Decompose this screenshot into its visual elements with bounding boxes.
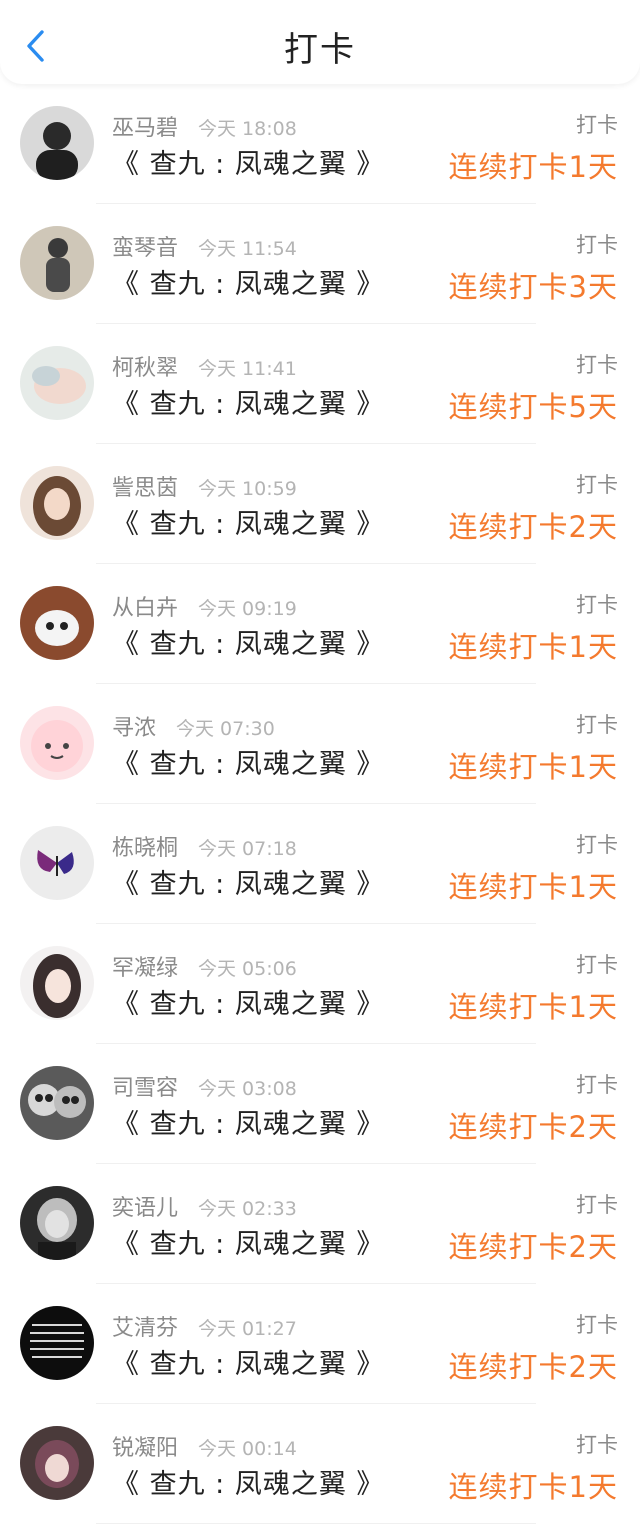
checkin-tag: 打卡 [576,473,618,497]
streak-label: 连续打卡1天 [448,1470,618,1504]
streak-label: 连续打卡2天 [448,1350,618,1384]
book-title[interactable]: 《 查九 : 凤魂之翼 》 [112,622,384,661]
list-item[interactable]: 罕凝绿 今天 05:06 打卡 《 查九 : 凤魂之翼 》 连续打卡1天 [0,924,640,1044]
avatar-image [20,466,94,540]
streak-label: 连续打卡2天 [448,1230,618,1264]
book-title[interactable]: 《 查九 : 凤魂之翼 》 [112,982,384,1021]
avatar-image [20,1426,94,1500]
user-name[interactable]: 寻浓 [112,710,156,742]
checkin-tag: 打卡 [576,353,618,377]
book-title[interactable]: 《 查九 : 凤魂之翼 》 [112,142,384,181]
user-name[interactable]: 栋晓桐 [112,830,178,862]
avatar-image [20,826,94,900]
list-item[interactable]: 司雪容 今天 03:08 打卡 《 查九 : 凤魂之翼 》 连续打卡2天 [0,1044,640,1164]
streak-label: 连续打卡1天 [448,990,618,1024]
streak-label: 连续打卡1天 [448,630,618,664]
checkin-time: 今天 18:08 [198,118,297,140]
avatar[interactable] [20,946,94,1020]
checkin-tag: 打卡 [576,1073,618,1097]
book-title[interactable]: 《 查九 : 凤魂之翼 》 [112,862,384,901]
avatar[interactable] [20,226,94,300]
user-name[interactable]: 柯秋翠 [112,350,178,382]
streak-label: 连续打卡2天 [448,1110,618,1144]
list-item[interactable]: 锐凝阳 今天 00:14 打卡 《 查九 : 凤魂之翼 》 连续打卡1天 [0,1404,640,1524]
checkin-time: 今天 07:30 [176,718,275,740]
top-bar: 打卡 [0,0,640,84]
avatar[interactable] [20,466,94,540]
user-name[interactable]: 锐凝阳 [112,1430,178,1462]
list-item[interactable]: 巫马碧 今天 18:08 打卡 《 查九 : 凤魂之翼 》 连续打卡1天 [0,84,640,204]
user-name[interactable]: 巫马碧 [112,110,178,142]
checkin-tag: 打卡 [576,713,618,737]
avatar[interactable] [20,826,94,900]
list-item[interactable]: 訾思茵 今天 10:59 打卡 《 查九 : 凤魂之翼 》 连续打卡2天 [0,444,640,564]
checkin-time: 今天 01:27 [198,1318,297,1340]
checkin-time: 今天 02:33 [198,1198,297,1220]
checkin-time: 今天 11:41 [198,358,297,380]
checkin-tag: 打卡 [576,233,618,257]
book-title[interactable]: 《 查九 : 凤魂之翼 》 [112,1342,384,1381]
checkin-tag: 打卡 [576,953,618,977]
book-title[interactable]: 《 查九 : 凤魂之翼 》 [112,262,384,301]
list-item[interactable]: 寻浓 今天 07:30 打卡 《 查九 : 凤魂之翼 》 连续打卡1天 [0,684,640,804]
list-item[interactable]: 奕语儿 今天 02:33 打卡 《 查九 : 凤魂之翼 》 连续打卡2天 [0,1164,640,1284]
avatar[interactable] [20,106,94,180]
avatar-image [20,226,94,300]
user-name[interactable]: 罕凝绿 [112,950,178,982]
avatar-image [20,1066,94,1140]
avatar-image [20,106,94,180]
user-name[interactable]: 从白卉 [112,590,178,622]
streak-label: 连续打卡1天 [448,870,618,904]
checkin-time: 今天 11:54 [198,238,297,260]
user-name[interactable]: 艾清芬 [112,1310,178,1342]
checkin-time: 今天 10:59 [198,478,297,500]
checkin-time: 今天 05:06 [198,958,297,980]
checkin-time: 今天 07:18 [198,838,297,860]
avatar[interactable] [20,586,94,660]
checkin-tag: 打卡 [576,113,618,137]
checkin-time: 今天 09:19 [198,598,297,620]
checkin-tag: 打卡 [576,1313,618,1337]
book-title[interactable]: 《 查九 : 凤魂之翼 》 [112,1102,384,1141]
avatar-image [20,586,94,660]
book-title[interactable]: 《 查九 : 凤魂之翼 》 [112,742,384,781]
checkin-time: 今天 03:08 [198,1078,297,1100]
user-name[interactable]: 蛮琴音 [112,230,178,262]
avatar[interactable] [20,346,94,420]
page-title: 打卡 [284,30,356,70]
avatar[interactable] [20,1426,94,1500]
list-item[interactable]: 从白卉 今天 09:19 打卡 《 查九 : 凤魂之翼 》 连续打卡1天 [0,564,640,684]
avatar[interactable] [20,1186,94,1260]
list-item[interactable]: 蛮琴音 今天 11:54 打卡 《 查九 : 凤魂之翼 》 连续打卡3天 [0,204,640,324]
list-item[interactable]: 艾清芬 今天 01:27 打卡 《 查九 : 凤魂之翼 》 连续打卡2天 [0,1284,640,1404]
checkin-tag: 打卡 [576,1433,618,1457]
checkin-list: 巫马碧 今天 18:08 打卡 《 查九 : 凤魂之翼 》 连续打卡1天 蛮琴音… [0,84,640,1524]
streak-label: 连续打卡1天 [448,750,618,784]
streak-label: 连续打卡2天 [448,510,618,544]
checkin-time: 今天 00:14 [198,1438,297,1460]
list-item[interactable]: 栋晓桐 今天 07:18 打卡 《 查九 : 凤魂之翼 》 连续打卡1天 [0,804,640,924]
avatar[interactable] [20,706,94,780]
avatar-image [20,346,94,420]
user-name[interactable]: 訾思茵 [112,470,178,502]
streak-label: 连续打卡1天 [448,150,618,184]
avatar[interactable] [20,1306,94,1380]
streak-label: 连续打卡5天 [448,390,618,424]
user-name[interactable]: 司雪容 [112,1070,178,1102]
avatar-image [20,1306,94,1380]
list-item[interactable]: 柯秋翠 今天 11:41 打卡 《 查九 : 凤魂之翼 》 连续打卡5天 [0,324,640,444]
checkin-tag: 打卡 [576,1193,618,1217]
checkin-tag: 打卡 [576,593,618,617]
avatar-image [20,946,94,1020]
avatar[interactable] [20,1066,94,1140]
avatar-image [20,1186,94,1260]
avatar-image [20,706,94,780]
book-title[interactable]: 《 查九 : 凤魂之翼 》 [112,1222,384,1261]
book-title[interactable]: 《 查九 : 凤魂之翼 》 [112,502,384,541]
streak-label: 连续打卡3天 [448,270,618,304]
checkin-tag: 打卡 [576,833,618,857]
user-name[interactable]: 奕语儿 [112,1190,178,1222]
book-title[interactable]: 《 查九 : 凤魂之翼 》 [112,382,384,421]
